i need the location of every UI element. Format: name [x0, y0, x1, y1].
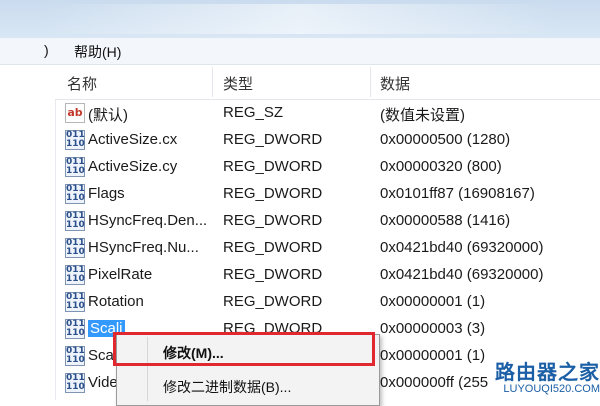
context-menu-modify-binary-label: 修改二进制数据(B)... [163, 379, 292, 395]
string-value-icon: ab [65, 103, 85, 123]
menu-bar: ) 帮助(H) [0, 38, 600, 65]
dword-value-icon: 011 110 [65, 184, 85, 204]
table-row[interactable]: 011 110 Rotation REG_DWORD 0x00000001 (1) [55, 289, 600, 316]
dword-value-icon: 011 110 [65, 292, 85, 312]
value-type: REG_SZ [223, 104, 284, 121]
value-data: 0x00000001 (1) [380, 347, 486, 364]
value-data: 0x0421bd40 (69320000) [380, 239, 544, 256]
context-menu-modify-binary[interactable]: 修改二进制数据(B)... [117, 371, 379, 401]
key-tree-pane[interactable] [0, 65, 56, 400]
value-data: 0x0421bd40 (69320000) [380, 266, 544, 283]
dword-value-icon: 011 110 [65, 130, 85, 150]
dword-value-icon: 011 110 [65, 373, 85, 393]
site-watermark: 路由器之家 LUYOUQI520.COM [484, 356, 600, 400]
column-header-row: 名称 类型 数据 [55, 65, 600, 100]
value-type: REG_DWORD [223, 239, 323, 256]
value-name: HSyncFreq.Nu... [88, 239, 199, 256]
dword-value-icon: 011 110 [65, 265, 85, 285]
table-row[interactable]: 011 110 HSyncFreq.Den... REG_DWORD 0x0000058… [55, 208, 600, 235]
value-name: Sca [88, 347, 114, 364]
value-data: 0x00000001 (1) [380, 293, 486, 310]
table-row[interactable]: 011 110 ActiveSize.cx REG_DWORD 0x00000500 (… [55, 127, 600, 154]
value-name: Flags [88, 185, 125, 202]
value-data: 0x00000320 (800) [380, 158, 502, 175]
value-name: Vide [88, 374, 118, 391]
value-data: 0x00000588 (1416) [380, 212, 511, 229]
column-divider[interactable] [370, 67, 371, 97]
column-data-header[interactable]: 数据 [380, 73, 410, 94]
value-type: REG_DWORD [223, 212, 323, 229]
value-data: (数值未设置) [380, 107, 465, 124]
menu-help[interactable]: 帮助(H) [74, 42, 121, 62]
value-data: 0x0101ff87 (16908167) [380, 185, 535, 202]
value-data: 0x000000ff (255 [380, 374, 489, 391]
value-type: REG_DWORD [223, 158, 323, 175]
value-name: PixelRate [88, 266, 153, 283]
table-row[interactable]: 011 110 PixelRate REG_DWORD 0x0421bd40 (6932… [55, 262, 600, 289]
column-name-header[interactable]: 名称 [67, 73, 97, 94]
value-name: ActiveSize.cy [88, 158, 178, 175]
dword-value-icon: 011 110 [65, 238, 85, 258]
value-data: 0x00000003 (3) [380, 320, 486, 337]
table-row[interactable]: 011 110 ActiveSize.cy REG_DWORD 0x00000320 (… [55, 154, 600, 181]
value-type: REG_DWORD [223, 266, 323, 283]
table-row[interactable]: 011 110 Flags REG_DWORD 0x0101ff87 (16908167… [55, 181, 600, 208]
red-highlight-box [113, 332, 375, 366]
dword-value-icon: 011 110 [65, 157, 85, 177]
column-type-header[interactable]: 类型 [223, 73, 253, 94]
window-title-bar [0, 0, 600, 38]
value-data: 0x00000500 (1280) [380, 131, 511, 148]
dword-value-icon: 011 110 [65, 346, 85, 366]
table-row[interactable]: ab (默认) REG_SZ (数值未设置) [55, 100, 600, 127]
menu-fragment[interactable]: ) [44, 42, 49, 58]
dword-value-icon: 011 110 [65, 319, 85, 339]
value-type: REG_DWORD [223, 293, 323, 310]
value-type: REG_DWORD [223, 131, 323, 148]
column-divider[interactable] [212, 67, 213, 97]
value-type: REG_DWORD [223, 185, 323, 202]
value-name: (默认) [88, 107, 128, 124]
table-row[interactable]: 011 110 HSyncFreq.Nu... REG_DWORD 0x0421bd40… [55, 235, 600, 262]
title-bar-glass [40, 4, 560, 34]
watermark-title: 路由器之家 [495, 362, 600, 384]
dword-value-icon: 011 110 [65, 211, 85, 231]
value-name: ActiveSize.cx [88, 131, 178, 148]
value-name: HSyncFreq.Den... [88, 212, 208, 229]
value-name: Rotation [88, 293, 144, 310]
